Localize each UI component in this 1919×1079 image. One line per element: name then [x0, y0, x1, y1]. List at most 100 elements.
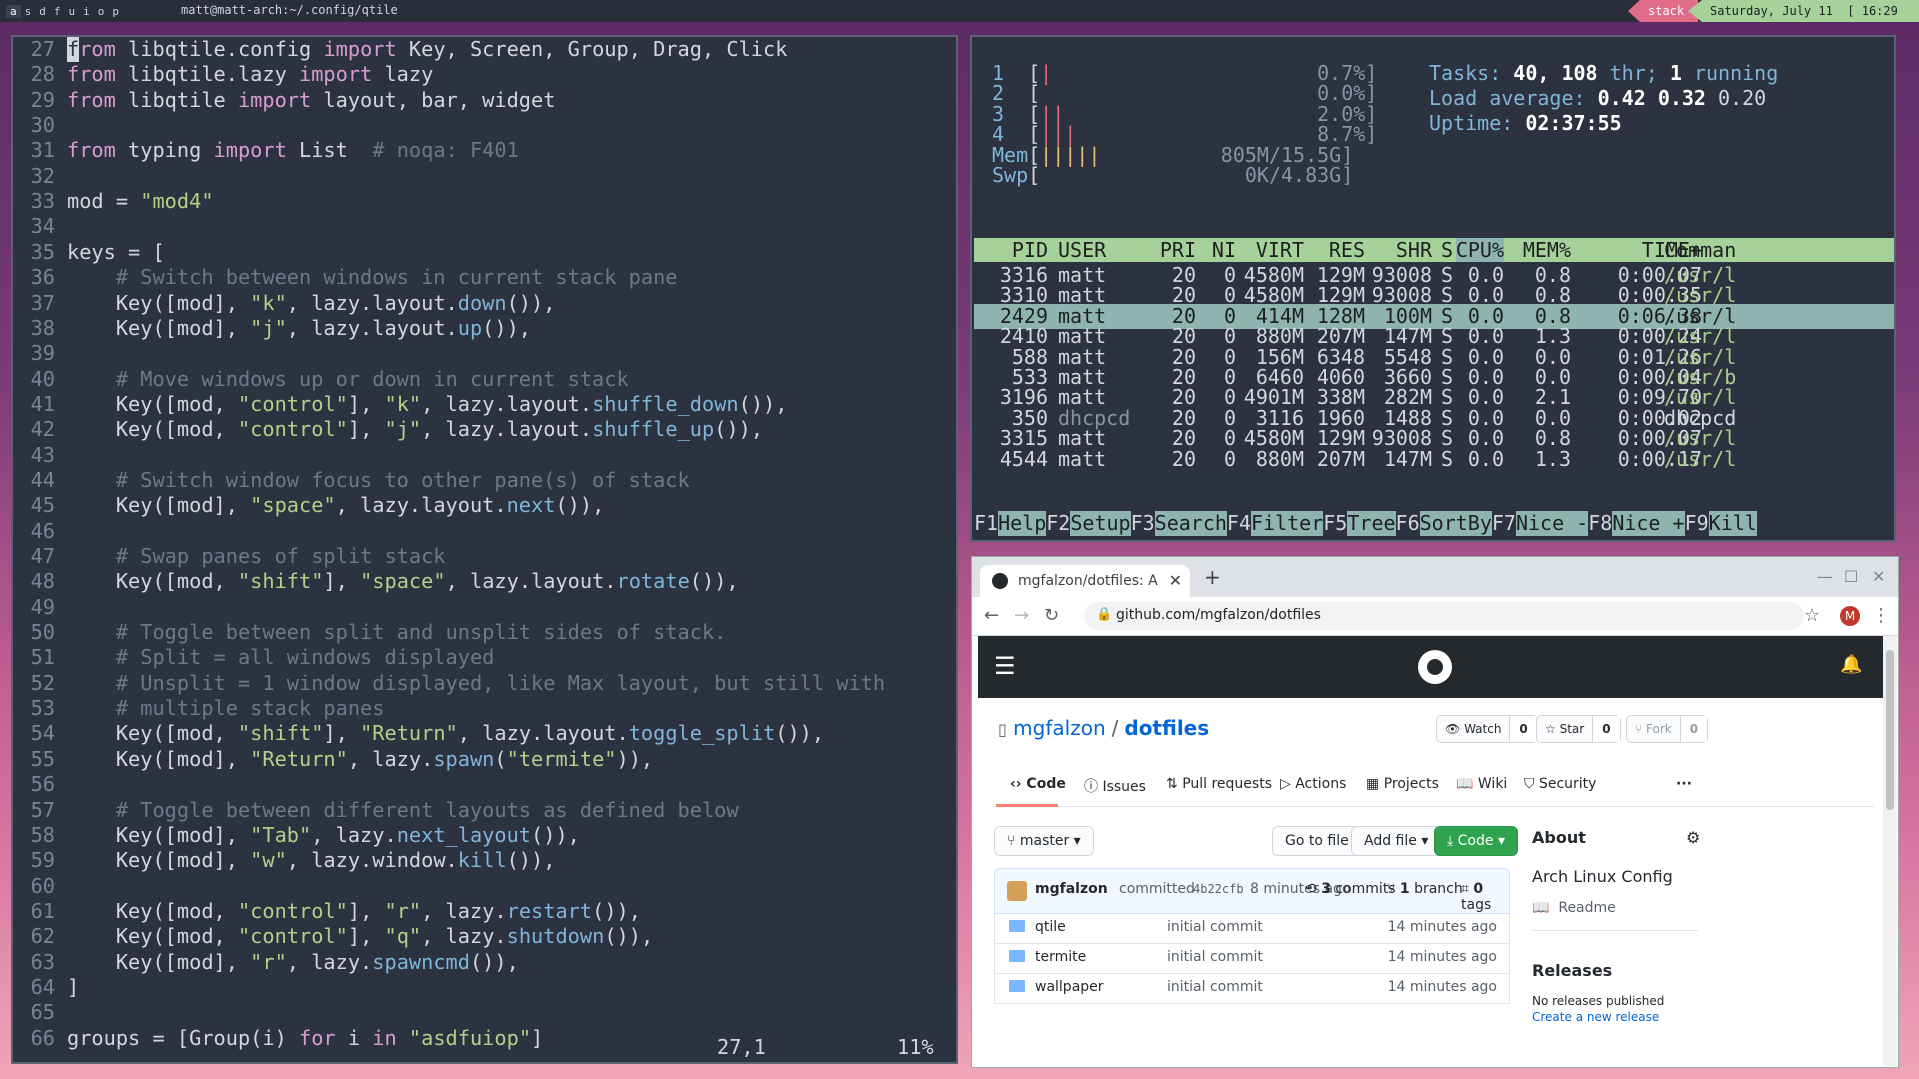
process-row[interactable]: 4544 matt 20 0 880M 207M 147M S 0.0 1.3 0:00.17/us…	[974, 447, 1894, 472]
branch-select[interactable]: ⑂ master ▾	[994, 826, 1094, 856]
column-pid[interactable]: PID	[1012, 238, 1048, 262]
settings-gear-icon[interactable]: ⚙	[1686, 828, 1700, 847]
more-icon[interactable]: ···	[1676, 776, 1692, 792]
code-token: , lazy.layout.	[286, 315, 458, 340]
code-line: 54 Key([mod, "shift"], "Return", lazy.la…	[13, 721, 825, 746]
go-to-file-button[interactable]: Go to file	[1272, 826, 1362, 856]
group-a[interactable]: a	[6, 4, 21, 18]
fkey-f2[interactable]: F2 Setup	[1046, 511, 1131, 536]
code-token: toggle_split	[628, 721, 776, 746]
watch-button[interactable]: 👁 Watch 0	[1436, 715, 1538, 743]
star-button[interactable]: ☆ Star 0	[1536, 715, 1621, 743]
htop-terminal[interactable]: 1 [| 0.7%] 2 [ 0.0%] 3 [|| 2.0%] 4 [||| 8.7…	[970, 35, 1896, 542]
column-pri[interactable]: PRI	[1160, 238, 1196, 262]
fkey-f3[interactable]: F3 Search	[1131, 511, 1227, 536]
column-virt[interactable]: VIRT	[1256, 238, 1304, 262]
folder-icon	[1009, 980, 1025, 992]
add-file-button[interactable]: Add file ▾	[1351, 826, 1442, 856]
group-i[interactable]: i	[79, 5, 94, 18]
fkey-f8[interactable]: F8 Nice +	[1588, 511, 1685, 536]
line-number: 64	[30, 974, 55, 999]
menu-kebab-icon[interactable]: ⋮	[1872, 605, 1890, 626]
profile-avatar[interactable]: M	[1840, 606, 1860, 626]
browser-tab[interactable]: mgfalzon/dotfiles: Arch Li ✕	[980, 565, 1190, 597]
line-number: 44	[30, 467, 55, 492]
github-logo-icon[interactable]	[1418, 650, 1452, 684]
tab-actions[interactable]: ▷ Actions	[1280, 776, 1346, 792]
fkey-f6[interactable]: F6 SortBy	[1396, 511, 1492, 536]
file-row[interactable]: wallpaper initial commit 14 minutes ago	[994, 973, 1510, 1004]
tab-code[interactable]: ‹› Code	[1010, 776, 1066, 792]
process-cell: 4544	[999, 446, 1048, 471]
code-download-button[interactable]: ⤓ Code ▾	[1434, 826, 1518, 856]
code-token: "Return"	[360, 721, 458, 746]
github-header: ☰ 🔔	[978, 636, 1883, 698]
column-shr[interactable]: SHR	[1396, 238, 1432, 262]
fkey-f4[interactable]: F4 Filter	[1227, 511, 1324, 536]
page-scrollbar[interactable]	[1883, 636, 1897, 1066]
file-name[interactable]: wallpaper	[1035, 979, 1104, 995]
vim-editor[interactable]: 27 from libqtile.config import Key, Scree…	[11, 35, 958, 1064]
repo-name-link[interactable]: dotfiles	[1124, 716, 1209, 740]
branches-link[interactable]: ⑂ 1 branch	[1387, 881, 1463, 897]
hamburger-menu-icon[interactable]: ☰	[994, 652, 1016, 680]
reload-icon[interactable]: ↻	[1044, 605, 1059, 626]
file-name[interactable]: qtile	[1035, 919, 1066, 935]
address-bar[interactable]: 🔒 github.com/mgfalzon/dotfiles	[1084, 602, 1804, 630]
group-u[interactable]: u	[65, 5, 80, 18]
close-tab-icon[interactable]: ✕	[1169, 571, 1182, 590]
tab-projects[interactable]: ▦ Projects	[1366, 776, 1439, 792]
column-res[interactable]: RES	[1329, 238, 1365, 262]
tab-security[interactable]: ⛉ Security	[1524, 776, 1596, 792]
fkey-f1[interactable]: F1 Help	[974, 511, 1047, 536]
tab-pull-requests[interactable]: ⇅ Pull requests	[1166, 776, 1272, 792]
notifications-bell-icon[interactable]: 🔔	[1840, 654, 1862, 675]
code-token: "space"	[360, 569, 446, 594]
fkey-f7[interactable]: F7 Nice -	[1492, 511, 1589, 536]
group-s[interactable]: s	[21, 5, 36, 18]
column-user[interactable]: USER	[1058, 238, 1106, 262]
column-mem[interactable]: MEM%	[1523, 238, 1571, 262]
commit-author[interactable]: mgfalzon	[1035, 881, 1108, 897]
code-line: 33 mod = "mod4"	[13, 189, 214, 214]
group-p[interactable]: p	[108, 5, 123, 18]
maximize-icon[interactable]: ☐	[1844, 567, 1858, 586]
group-o[interactable]: o	[94, 5, 109, 18]
column-ni[interactable]: NI	[1212, 238, 1236, 262]
tab-wiki[interactable]: 📖 Wiki	[1456, 776, 1507, 792]
group-d[interactable]: d	[35, 5, 50, 18]
group-f[interactable]: f	[50, 5, 65, 18]
column-s[interactable]: S	[1441, 238, 1453, 262]
code-token: Key([mod],	[67, 315, 251, 340]
file-row[interactable]: qtile initial commit 14 minutes ago	[994, 913, 1510, 944]
close-window-icon[interactable]: ✕	[1872, 567, 1885, 586]
fork-button[interactable]: ⑂ Fork 0	[1626, 715, 1709, 743]
code-token: "w"	[250, 848, 287, 873]
commit-message[interactable]: initial commit	[1167, 949, 1263, 965]
new-tab-icon[interactable]: +	[1204, 565, 1221, 589]
column-cpu[interactable]: CPU%	[1455, 238, 1504, 262]
repo-owner-link[interactable]: mgfalzon	[1013, 716, 1105, 740]
tags-link[interactable]: ⌗ 0 tags	[1461, 881, 1509, 913]
minimize-icon[interactable]: —	[1817, 567, 1833, 586]
tab-issues[interactable]: ⓘ Issues	[1084, 776, 1146, 796]
commit-hash[interactable]: 4b22cfb	[1193, 882, 1244, 896]
commits-link[interactable]: ⟲ 3 commits	[1305, 881, 1396, 897]
back-icon[interactable]: ←	[984, 605, 999, 626]
scrollbar-thumb[interactable]	[1886, 650, 1894, 810]
file-row[interactable]: termite initial commit 14 minutes ago	[994, 943, 1510, 974]
bookmark-star-icon[interactable]: ☆	[1804, 605, 1820, 626]
code-line: 62 Key([mod, "control"], "q", lazy.shutd…	[13, 924, 654, 949]
readme-link[interactable]: 📖 Readme	[1532, 900, 1704, 916]
forward-icon[interactable]: →	[1014, 605, 1029, 626]
create-release-link[interactable]: Create a new release	[1532, 1010, 1704, 1024]
column-comman[interactable]: Comman	[1664, 238, 1736, 262]
fkey-f9[interactable]: F9 Kill	[1685, 511, 1757, 536]
commit-message[interactable]: initial commit	[1167, 919, 1263, 935]
commit-message[interactable]: initial commit	[1167, 979, 1263, 995]
code-line: 31 from typing import List # noqa: F401	[13, 138, 519, 163]
file-name[interactable]: termite	[1035, 949, 1086, 965]
fkey-f5[interactable]: F5 Tree	[1323, 511, 1396, 536]
code-line: 59 Key([mod], "w", lazy.window.kill()),	[13, 848, 556, 873]
process-table-header[interactable]: PID USER PRI NI VIRT RES SHR S CPU% MEM% TIME+ Comm…	[974, 238, 1894, 262]
